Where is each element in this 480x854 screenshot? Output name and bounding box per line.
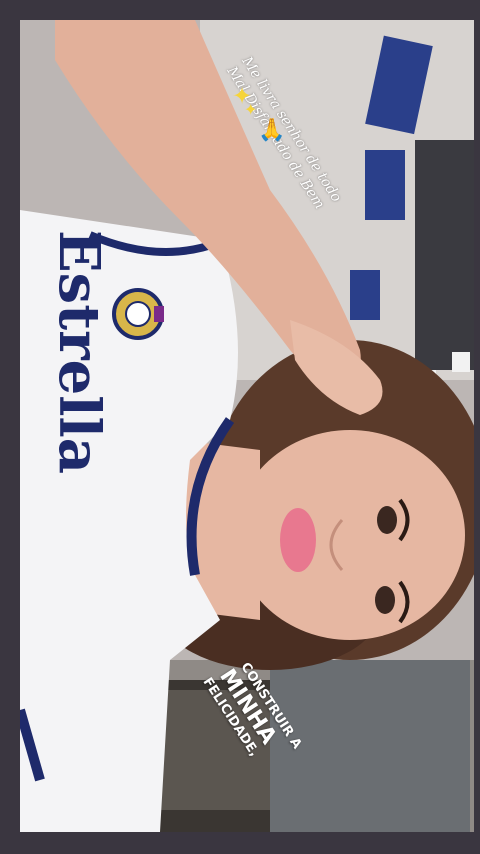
club-crest-icon bbox=[112, 288, 164, 340]
story-frame: Estrella Me livra senhor de todo Mal Dis… bbox=[20, 20, 474, 832]
praying-hands-icon: 🙏 bbox=[258, 118, 286, 143]
svg-text:Estrella: Estrella bbox=[46, 230, 112, 474]
sparkles-icon: ✦ bbox=[244, 100, 258, 119]
